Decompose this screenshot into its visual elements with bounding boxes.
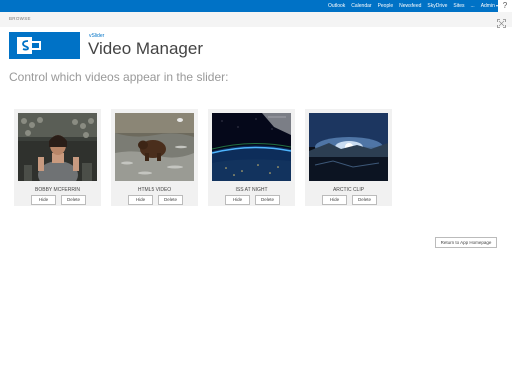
page-title: Video Manager bbox=[88, 39, 203, 58]
earth-from-space-thumbnail bbox=[212, 113, 291, 181]
delete-button[interactable]: Delete bbox=[352, 195, 377, 205]
bear-in-river-thumbnail bbox=[115, 113, 194, 181]
suite-link-calendar[interactable]: Calendar bbox=[351, 3, 371, 9]
delete-button[interactable]: Delete bbox=[255, 195, 280, 205]
suite-link-newsfeed[interactable]: Newsfeed bbox=[399, 3, 421, 9]
video-title: ISS AT NIGHT bbox=[235, 187, 268, 193]
video-card: ARCTIC CLIP Hide Delete bbox=[305, 109, 392, 206]
suite-link-more[interactable]: ... bbox=[471, 3, 475, 9]
ribbon: BROWSE bbox=[0, 12, 512, 28]
delete-button[interactable]: Delete bbox=[61, 195, 86, 205]
focus-on-content-icon[interactable] bbox=[497, 15, 506, 28]
suite-link-outlook[interactable]: Outlook bbox=[328, 3, 345, 9]
delete-button[interactable]: Delete bbox=[158, 195, 183, 205]
suite-bar: Outlook Calendar People Newsfeed SkyDriv… bbox=[0, 0, 512, 12]
video-title: HTML5 VIDEO bbox=[137, 187, 172, 193]
ribbon-tab-browse[interactable]: BROWSE bbox=[9, 16, 31, 21]
hide-button[interactable]: Hide bbox=[31, 195, 56, 205]
hide-button[interactable]: Hide bbox=[322, 195, 347, 205]
video-card: BOBBY MCFERRIN Hide Delete bbox=[14, 109, 101, 206]
video-title: BOBBY MCFERRIN bbox=[35, 187, 80, 193]
page-subtitle: Control which videos appear in the slide… bbox=[9, 70, 229, 84]
question-mark-icon[interactable]: ? bbox=[498, 0, 512, 12]
suite-bar-links: Outlook Calendar People Newsfeed SkyDriv… bbox=[322, 0, 498, 12]
suite-link-sites[interactable]: Sites bbox=[453, 3, 464, 9]
suite-link-admin[interactable]: Admin bbox=[481, 3, 498, 9]
sharepoint-logo-icon[interactable] bbox=[9, 32, 80, 59]
arctic-sun-thumbnail bbox=[309, 113, 388, 181]
hide-button[interactable]: Hide bbox=[225, 195, 250, 205]
video-title: ARCTIC CLIP bbox=[332, 187, 365, 193]
suite-link-skydrive[interactable]: SkyDrive bbox=[427, 3, 447, 9]
man-singing-thumbnail bbox=[18, 113, 97, 181]
return-to-app-homepage-button[interactable]: Return to App Homepage bbox=[435, 237, 497, 248]
hide-button[interactable]: Hide bbox=[128, 195, 153, 205]
video-card: HTML5 VIDEO Hide Delete bbox=[111, 109, 198, 206]
video-card: ISS AT NIGHT Hide Delete bbox=[208, 109, 295, 206]
suite-link-people[interactable]: People bbox=[378, 3, 394, 9]
